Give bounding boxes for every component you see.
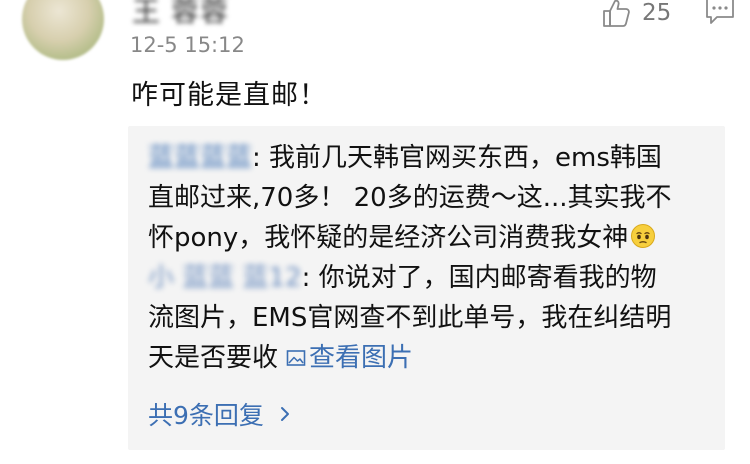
thumbs-up-icon <box>603 0 630 27</box>
weibo-comment-screen: 王 蓉蓉 12-5 15:12 25 咋可能是直邮！ 蓝蓝蓝蓝: 我前几天韩官网… <box>0 0 750 464</box>
reply-text-line: 怀pony，我怀疑的是经济公司消费我女神 <box>148 223 629 253</box>
reply-item[interactable]: 蓝蓝蓝蓝: 我前几天韩官网买东西，ems韩国 直邮过来,70多！ 20多的运费～… <box>148 138 708 258</box>
chevron-right-icon <box>280 407 289 421</box>
view-picture-link[interactable]: 查看图片 <box>286 338 413 378</box>
like-count: 25 <box>642 0 672 26</box>
like-button[interactable]: 25 <box>600 0 671 30</box>
reply-colon: : <box>252 143 270 173</box>
more-replies-link[interactable]: 共9条回复 <box>148 396 294 432</box>
comment-timestamp: 12-5 15:12 <box>130 33 245 57</box>
reply-text-line: 我前几天韩官网买东西，ems韩国 <box>269 143 662 173</box>
comment-bubble-icon[interactable] <box>704 0 736 26</box>
view-picture-label: 查看图片 <box>309 343 414 373</box>
reply-colon: : <box>301 263 319 293</box>
reply-thread[interactable]: 蓝蓝蓝蓝: 我前几天韩官网买东西，ems韩国 直邮过来,70多！ 20多的运费～… <box>128 126 725 450</box>
comment-body: 咋可能是直邮！ <box>131 80 327 111</box>
reply-text-line: 你说对了，国内邮寄看我的物 <box>318 263 657 293</box>
more-replies-label: 共9条回复 <box>148 401 264 430</box>
avatar[interactable] <box>22 0 104 60</box>
pensive-emoji-icon <box>631 224 656 248</box>
picture-icon <box>286 350 306 366</box>
reply-text-line: 直邮过来,70多！ 20多的运费～这...其实我不 <box>148 183 672 213</box>
reply-item[interactable]: 小 蓝蓝 蓝12: 你说对了，国内邮寄看我的物 流图片，EMS官网查不到此单号，… <box>148 258 708 378</box>
reply-text-line: 流图片，EMS官网查不到此单号，我在纠结明 <box>148 303 672 333</box>
reply-text-line: 天是否要收 <box>148 343 279 373</box>
comment-username[interactable]: 王 蓉蓉 <box>132 0 229 30</box>
reply-author[interactable]: 小 蓝蓝 蓝12 <box>148 258 302 298</box>
reply-author[interactable]: 蓝蓝蓝蓝 <box>148 138 252 178</box>
